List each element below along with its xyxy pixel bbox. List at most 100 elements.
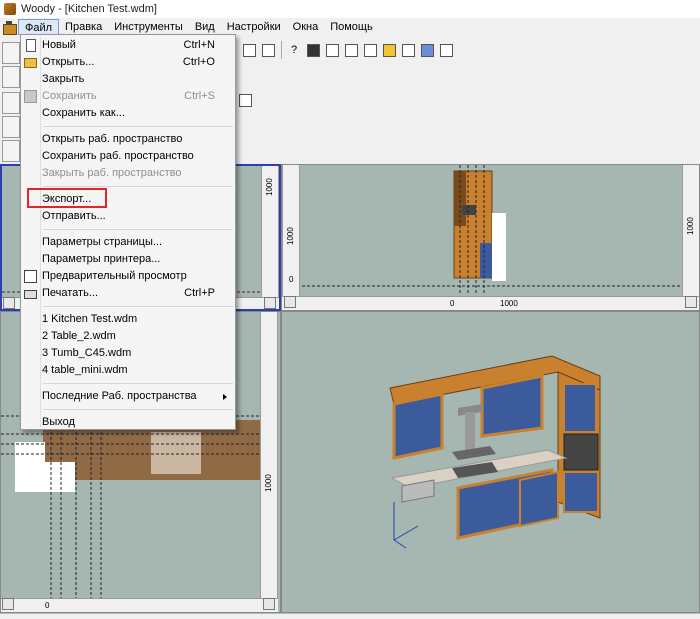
view-corner-icon[interactable] <box>685 296 697 308</box>
print-icon[interactable] <box>240 41 258 59</box>
view-corner-icon[interactable] <box>3 297 15 309</box>
menu-separator <box>43 126 233 127</box>
yellow-tool-icon[interactable] <box>2 92 20 114</box>
menu-open[interactable]: Открыть... Ctrl+O <box>21 54 235 71</box>
menu-recent-file-label: 1 Kitchen Test.wdm <box>42 313 138 325</box>
red-tool-icon[interactable] <box>2 66 20 88</box>
ruler-label: 1000 <box>686 217 695 235</box>
menu-close-workspace: Закрыть раб. пространство <box>21 165 235 182</box>
document-icon[interactable] <box>361 41 379 59</box>
menu-print-label: Печатать... <box>42 287 98 299</box>
render-icon[interactable] <box>399 41 417 59</box>
menu-settings[interactable]: Настройки <box>221 19 287 35</box>
view-corner-icon[interactable] <box>2 598 14 610</box>
menu-open-workspace[interactable]: Открыть раб. пространство <box>21 131 235 148</box>
menu-open-label: Открыть... <box>42 56 95 68</box>
menu-save-as-label: Сохранить как... <box>42 107 125 119</box>
document-icon[interactable] <box>2 20 17 35</box>
ruler-label: 1000 <box>500 299 518 308</box>
export-highlight <box>27 188 107 208</box>
menu-separator <box>43 229 233 230</box>
viewport-3d[interactable] <box>281 311 700 613</box>
kitchen-3d-render <box>389 355 601 549</box>
menu-recent-workspaces[interactable]: Последние Раб. пространства <box>21 388 235 405</box>
select-tool-icon[interactable] <box>2 116 20 138</box>
menu-file[interactable]: Файл <box>18 19 60 35</box>
stack-icon[interactable] <box>380 41 398 59</box>
menu-save: Сохранить Ctrl+S <box>21 88 235 105</box>
preview-icon[interactable] <box>259 41 277 59</box>
view-corner-icon[interactable] <box>284 296 296 308</box>
menu-view[interactable]: Вид <box>189 19 221 35</box>
ruler-label: 1000 <box>265 178 274 196</box>
vertical-ruler-top-left: 1000 <box>261 166 279 299</box>
menu-help[interactable]: Помощь <box>324 19 379 35</box>
viewport-top-right[interactable]: 1000 0 1000 0 1000 <box>281 164 700 311</box>
app-icon <box>4 3 16 15</box>
menu-recent-file[interactable]: 4 table_mini.wdm <box>21 362 235 379</box>
menu-windows[interactable]: Окна <box>287 19 325 35</box>
menu-send-label: Отправить... <box>42 210 106 222</box>
menu-exit[interactable]: Выход <box>21 414 235 431</box>
submenu-arrow-icon <box>223 394 227 400</box>
window-title: Woody - [Kitchen Test.wdm] <box>21 3 157 15</box>
menu-recent-file[interactable]: 1 Kitchen Test.wdm <box>21 311 235 328</box>
menu-print-preview-label: Предварительный просмотр <box>42 270 187 282</box>
layers-icon[interactable] <box>323 41 341 59</box>
menu-new-label: Новый <box>42 39 76 51</box>
menu-recent-file-label: 2 Table_2.wdm <box>42 330 116 342</box>
menu-recent-file[interactable]: 2 Table_2.wdm <box>21 328 235 345</box>
open-folder-icon <box>24 58 37 68</box>
menu-printer-setup[interactable]: Параметры принтера... <box>21 251 235 268</box>
menu-save-workspace-label: Сохранить раб. пространство <box>42 150 194 162</box>
menu-recent-file-label: 3 Tumb_C45.wdm <box>42 347 132 359</box>
status-bar <box>0 613 700 619</box>
menu-tools[interactable]: Инструменты <box>108 19 189 35</box>
menu-close-label: Закрыть <box>42 73 85 85</box>
menu-separator <box>43 186 233 187</box>
toolbar-divider <box>281 41 282 59</box>
menu-page-setup[interactable]: Параметры страницы... <box>21 234 235 251</box>
new-document-icon <box>26 39 36 52</box>
red-car-icon[interactable] <box>2 140 20 162</box>
view-corner-icon[interactable] <box>263 598 275 610</box>
menu-close[interactable]: Закрыть <box>21 71 235 88</box>
help-icon[interactable]: ? <box>285 41 303 59</box>
view-corner-icon[interactable] <box>264 297 276 309</box>
vertical-ruler-top-right: 1000 <box>682 165 699 298</box>
library-icon[interactable] <box>342 41 360 59</box>
menu-separator <box>43 409 233 410</box>
menu-print-preview[interactable]: Предварительный просмотр <box>21 268 235 285</box>
menu-save-workspace[interactable]: Сохранить раб. пространство <box>21 148 235 165</box>
print-preview-icon <box>24 270 37 283</box>
grid-tool-icon[interactable] <box>236 91 254 109</box>
toolbar-handle[interactable] <box>2 42 20 64</box>
menu-recent-file[interactable]: 3 Tumb_C45.wdm <box>21 345 235 362</box>
ruler-zero-label: 0 <box>450 299 455 308</box>
menu-print-shortcut: Ctrl+P <box>184 287 215 299</box>
wand-icon[interactable] <box>437 41 455 59</box>
menu-save-as[interactable]: Сохранить как... <box>21 105 235 122</box>
menu-page-setup-label: Параметры страницы... <box>42 236 163 248</box>
menu-send[interactable]: Отправить... <box>21 208 235 225</box>
horizontal-ruler-top-right: 0 1000 <box>282 296 699 310</box>
menu-close-workspace-label: Закрыть раб. пространство <box>42 167 182 179</box>
menu-save-label: Сохранить <box>42 90 97 102</box>
counter-icon[interactable] <box>418 41 436 59</box>
menu-exit-label: Выход <box>42 416 75 428</box>
ruler-label: 1000 <box>264 474 273 492</box>
kitchen-side-view <box>282 165 682 295</box>
menu-printer-setup-label: Параметры принтера... <box>42 253 161 265</box>
menu-recent-workspaces-label: Последние Раб. пространства <box>42 390 197 402</box>
menu-new[interactable]: Новый Ctrl+N <box>21 37 235 54</box>
ruler-label: 1000 <box>286 227 295 245</box>
context-help-icon[interactable] <box>304 41 322 59</box>
main-toolbar: ? <box>240 38 456 62</box>
title-bar: Woody - [Kitchen Test.wdm] <box>0 0 700 18</box>
menu-separator <box>43 306 233 307</box>
vertical-ruler-top-right-left: 1000 0 <box>282 165 300 298</box>
printer-icon <box>24 290 37 299</box>
menu-edit[interactable]: Правка <box>59 19 108 35</box>
menu-print[interactable]: Печатать... Ctrl+P <box>21 285 235 302</box>
save-icon <box>24 90 37 103</box>
